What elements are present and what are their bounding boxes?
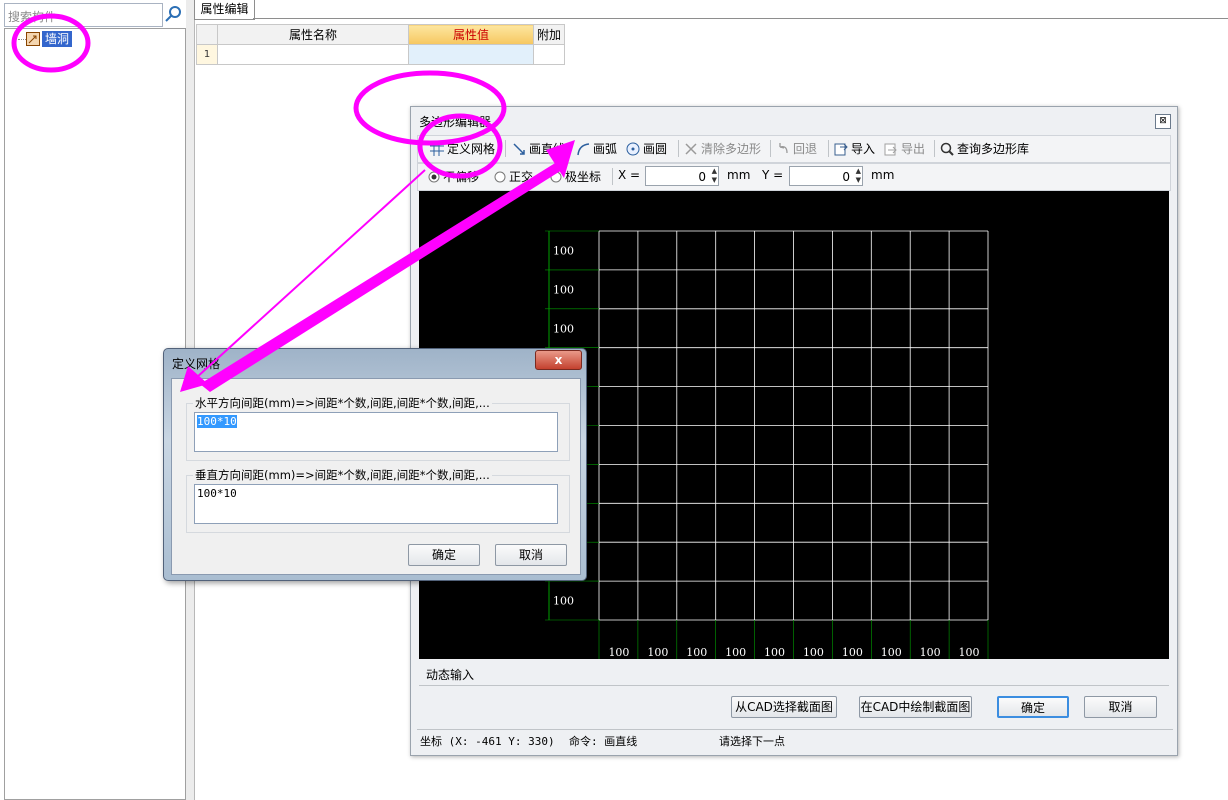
annotation-circle (11, 13, 91, 73)
annotation-circle (417, 113, 503, 179)
annotation-overlay (11, 13, 575, 392)
annotation-arrow (200, 160, 562, 392)
annotation-circle (353, 70, 507, 146)
